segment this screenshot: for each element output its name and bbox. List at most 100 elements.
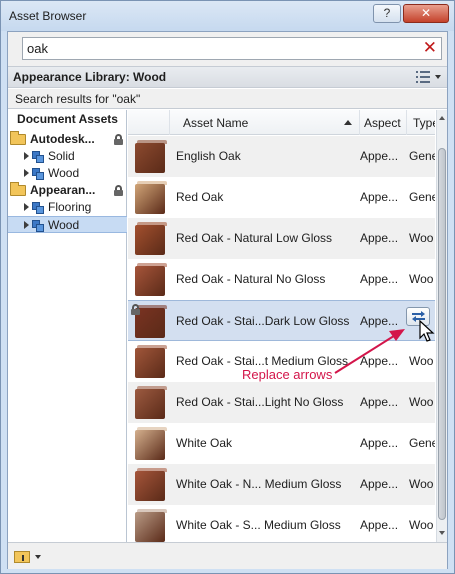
lock-icon	[131, 304, 140, 315]
window-title: Asset Browser	[9, 9, 87, 23]
library-header: Appearance Library: Wood	[8, 66, 447, 88]
expand-arrow-icon[interactable]	[24, 152, 29, 160]
tree-item[interactable]: Appearan...	[8, 182, 127, 199]
type-cell: Gene	[409, 149, 435, 163]
folder-icon	[10, 182, 26, 196]
material-swatch	[135, 427, 168, 460]
expand-arrow-icon[interactable]	[24, 221, 29, 229]
type-header-label: Type	[413, 116, 435, 130]
asset-name-cell: White Oak	[176, 436, 233, 450]
tree-item[interactable]: Autodesk...	[8, 131, 127, 148]
type-cell: Woo	[409, 518, 434, 532]
tree-header: Document Assets	[17, 112, 118, 126]
asset-name-cell: White Oak - S... Medium Gloss	[176, 518, 341, 532]
type-cell: Woo	[409, 477, 434, 491]
list-view-icon[interactable]	[416, 70, 442, 84]
tree-item-label: Autodesk...	[30, 132, 95, 146]
aspect-column-header[interactable]: Aspect	[360, 110, 407, 135]
search-input[interactable]: oak ✕	[22, 37, 442, 60]
chevron-down-icon[interactable]	[35, 555, 41, 559]
library-tree: Document Assets Autodesk... Solid Wood Appe…	[8, 110, 127, 542]
aspect-header-label: Aspect	[364, 116, 401, 130]
aspect-cell: Appe...	[360, 477, 399, 491]
tree-item-label: Wood	[48, 218, 80, 232]
results-label: Search results for "oak"	[8, 89, 447, 109]
expand-arrow-icon[interactable]	[24, 169, 29, 177]
asset-name-cell: Red Oak - Natural No Gloss	[176, 272, 326, 286]
table-row[interactable]: White Oak - S... Medium Gloss Appe... Woo	[128, 505, 435, 542]
table-row[interactable]: White Oak Appe... Gene	[128, 423, 435, 464]
aspect-cell: Appe...	[360, 395, 399, 409]
asset-name-cell: Red Oak - Stai...t Medium Gloss	[176, 354, 349, 368]
aspect-cell: Appe...	[360, 436, 399, 450]
asset-name-column-header[interactable]: Asset Name	[170, 110, 360, 135]
asset-name-cell: Red Oak - Stai...Dark Low Gloss	[176, 314, 350, 328]
material-swatch	[135, 181, 168, 214]
type-cell: Woo	[409, 272, 434, 286]
new-library-folder-icon[interactable]	[14, 551, 30, 563]
asset-name-cell: Red Oak - Stai...Light No Gloss	[176, 395, 344, 409]
thumbnail-column-header[interactable]	[128, 110, 170, 135]
table-row[interactable]: Red Oak - Natural No Gloss Appe... Woo	[128, 259, 435, 300]
scroll-up-icon[interactable]	[439, 116, 445, 120]
annotation-arrow	[334, 329, 405, 374]
bottom-toolbar	[8, 542, 447, 569]
tree-item[interactable]: Wood	[8, 216, 127, 233]
expand-arrow-icon[interactable]	[24, 203, 29, 211]
search-strip: oak ✕	[8, 32, 447, 66]
lock-icon	[114, 134, 123, 145]
library-title: Appearance Library: Wood	[13, 70, 167, 84]
results-text: Search results for "oak"	[15, 92, 141, 106]
clear-search-icon[interactable]: ✕	[423, 39, 437, 57]
asset-name-header-label: Asset Name	[183, 116, 249, 130]
grid-header: Asset Name Aspect Type	[128, 110, 435, 135]
folder-icon	[10, 131, 26, 145]
material-swatch	[135, 140, 168, 173]
tree-item-label: Flooring	[48, 200, 92, 214]
category-icon	[32, 202, 45, 214]
type-cell: Gene	[409, 190, 435, 204]
material-swatch	[135, 468, 168, 501]
category-icon	[32, 151, 45, 163]
material-swatch	[135, 263, 168, 296]
asset-name-cell: Red Oak	[176, 190, 224, 204]
close-button[interactable]: ✕	[403, 4, 449, 23]
material-swatch	[135, 386, 168, 419]
mouse-cursor-icon	[419, 320, 435, 342]
material-swatch	[135, 345, 168, 378]
search-value[interactable]: oak	[27, 41, 48, 56]
tree-item[interactable]: Flooring	[8, 199, 127, 216]
title-bar: Asset Browser ? ✕	[1, 1, 454, 31]
tree-item[interactable]: Wood	[8, 165, 127, 182]
aspect-cell: Appe...	[360, 231, 399, 245]
sort-ascending-icon	[344, 120, 352, 125]
scroll-thumb[interactable]	[438, 148, 446, 520]
aspect-cell: Appe...	[360, 518, 399, 532]
type-cell: Woo	[409, 231, 434, 245]
type-cell: Gene	[409, 436, 435, 450]
table-row[interactable]: Red Oak Appe... Gene	[128, 177, 435, 218]
table-row[interactable]: Red Oak - Stai...Light No Gloss Appe... Wo…	[128, 382, 435, 423]
asset-name-cell: Red Oak - Natural Low Gloss	[176, 231, 333, 245]
table-row[interactable]: White Oak - N... Medium Gloss Appe... Woo	[128, 464, 435, 505]
type-cell: Woo	[409, 354, 434, 368]
tree-item[interactable]: Solid	[8, 148, 127, 165]
help-button[interactable]: ?	[373, 4, 401, 23]
material-swatch	[135, 222, 168, 255]
vertical-scrollbar[interactable]	[436, 110, 447, 542]
tree-item-label: Solid	[48, 149, 75, 163]
tree-item-label: Appearan...	[30, 183, 96, 197]
type-column-header[interactable]: Type	[407, 110, 435, 135]
annotation-label: Replace arrows	[242, 367, 333, 382]
category-icon	[32, 220, 45, 232]
category-icon	[32, 168, 45, 180]
aspect-cell: Appe...	[360, 149, 399, 163]
aspect-cell: Appe...	[360, 190, 399, 204]
table-row[interactable]: Red Oak - Natural Low Gloss Appe... Woo	[128, 218, 435, 259]
chevron-down-icon[interactable]	[435, 75, 441, 79]
material-swatch	[135, 509, 168, 542]
table-row[interactable]: English Oak Appe... Gene	[128, 136, 435, 177]
scroll-down-icon[interactable]	[439, 531, 445, 535]
type-cell: Woo	[409, 395, 434, 409]
asset-browser-window: Asset Browser ? ✕ oak ✕ Appearance Libra…	[0, 0, 455, 574]
